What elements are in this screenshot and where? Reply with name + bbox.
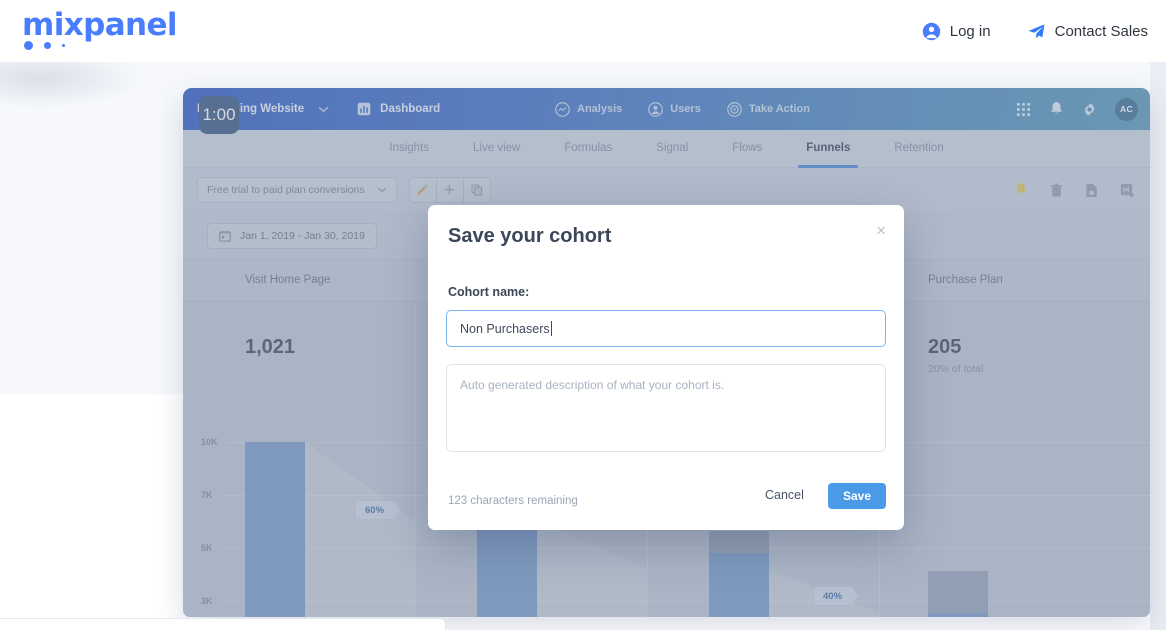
edit-funnel-button[interactable]: [408, 176, 437, 203]
metric-step-1-value: 1,021: [245, 336, 296, 358]
tab-funnels[interactable]: Funnels: [784, 130, 872, 168]
mixpanel-logo[interactable]: mixpanel: [22, 8, 202, 56]
dashboard-nav-item[interactable]: Dashboard: [357, 102, 440, 116]
conversion-badge-1: 60%: [355, 500, 395, 520]
bar-purchase-plan-top-segment: [928, 571, 988, 613]
ytick-10k: 10K: [201, 437, 218, 447]
app-header-menu: Analysis Users Take Action: [555, 88, 810, 130]
user-avatar[interactable]: AC: [1115, 97, 1138, 121]
header-item-analysis-label: Analysis: [577, 103, 623, 115]
cohort-description-placeholder: Auto generated description of what your …: [460, 378, 725, 392]
ytick-3k: 3K: [201, 596, 213, 606]
app-header: E-Learning Website Dashboard Analysis Us…: [183, 88, 1150, 134]
logo-dots: [24, 41, 65, 50]
save-button[interactable]: Save: [828, 483, 886, 509]
app-window-screenshot: E-Learning Website Dashboard Analysis Us…: [183, 88, 1150, 617]
chart-bars-icon: [357, 102, 371, 116]
background-band-right: [1150, 62, 1166, 630]
pencil-icon: [417, 184, 428, 195]
metric-step-1: 1,021: [245, 336, 295, 358]
ytick-7k: 7K: [201, 490, 213, 500]
report-icon[interactable]: [1120, 183, 1134, 198]
tab-live-view[interactable]: Live view: [451, 130, 542, 167]
metric-step-4-value: 205: [928, 336, 962, 358]
app-tab-bar: Insights Live view Formulas Signal Flows…: [183, 130, 1150, 168]
bar-start-free-trial: [709, 531, 769, 617]
cohort-name-label: Cohort name:: [448, 285, 530, 299]
logo-dot-large: [24, 41, 33, 50]
chevron-down-icon: [377, 187, 386, 192]
step-header-purchase-plan: Purchase Plan: [928, 274, 1003, 286]
bottom-left-card: [0, 618, 446, 630]
header-item-users-label: Users: [670, 103, 701, 115]
header-item-take-action[interactable]: Take Action: [726, 101, 810, 117]
text-caret: [550, 321, 552, 336]
funnel-connector-1: [305, 442, 415, 617]
trash-icon[interactable]: [1050, 183, 1063, 198]
logo-dot-small: [62, 44, 65, 47]
header-item-take-action-label: Take Action: [748, 103, 810, 115]
modal-title: Save your cohort: [448, 225, 612, 247]
bar-visit-home-page: [245, 442, 305, 617]
ytick-5k: 5K: [201, 543, 213, 553]
contact-sales-label: Contact Sales: [1054, 22, 1148, 40]
user-circle-icon: [922, 22, 940, 40]
funnel-tool-group: [408, 176, 491, 203]
toolbar-right-icons: [1014, 168, 1134, 212]
metric-step-4-sub: 20% of total: [928, 363, 984, 375]
date-range-picker[interactable]: Jan 1, 2019 - Jan 30, 2019: [207, 222, 377, 249]
bar-sign-up-top-segment: [709, 531, 769, 553]
step-header-visit-home-page: Visit Home Page: [245, 274, 331, 286]
tab-signal[interactable]: Signal: [634, 130, 710, 167]
calendar-icon: [219, 230, 231, 242]
site-navbar: mixpanel Log in Contact Sales: [0, 0, 1166, 62]
character-count: 123 characters remaining: [448, 495, 578, 507]
save-cohort-modal: × Save your cohort Cohort name: Non Purc…: [428, 205, 904, 530]
page-root: mixpanel Log in Contact Sales E-Learning…: [0, 0, 1166, 630]
site-nav-links: Log in Contact Sales: [922, 0, 1148, 62]
contact-sales-link[interactable]: Contact Sales: [1027, 22, 1148, 41]
recording-timer-overlay: 1:00: [199, 96, 239, 134]
add-funnel-button[interactable]: [435, 176, 464, 203]
logo-wordmark: mixpanel: [22, 7, 178, 43]
plus-icon: [445, 184, 455, 195]
target-icon: [726, 101, 742, 117]
analysis-icon: [555, 101, 570, 117]
copy-funnel-button[interactable]: [462, 176, 491, 203]
login-label: Log in: [949, 22, 991, 40]
header-item-users[interactable]: Users: [648, 101, 701, 117]
app-header-right-icons: AC: [1016, 88, 1138, 130]
bell-icon[interactable]: [1049, 101, 1064, 117]
date-range-label: Jan 1, 2019 - Jan 30, 2019: [240, 229, 365, 242]
save-file-icon[interactable]: [1085, 183, 1098, 198]
cohort-description-textarea[interactable]: Auto generated description of what your …: [446, 364, 886, 452]
logo-dot-medium: [44, 42, 51, 49]
metric-step-4: 205 20% of total: [928, 336, 983, 375]
tab-flows[interactable]: Flows: [710, 130, 784, 167]
funnel-select-label: Free trial to paid plan conversions: [207, 183, 365, 196]
bookmark-alert-icon[interactable]: [1014, 182, 1028, 198]
cohort-name-value: Non Purchasers: [460, 321, 550, 336]
cancel-button[interactable]: Cancel: [765, 488, 804, 502]
bar-purchase-plan: [928, 571, 988, 617]
login-link[interactable]: Log in: [922, 22, 991, 41]
cohort-name-input[interactable]: Non Purchasers: [446, 310, 886, 347]
paper-plane-icon: [1028, 23, 1045, 39]
apps-grid-icon[interactable]: [1016, 102, 1031, 117]
user-circle-icon: [648, 101, 664, 117]
header-item-analysis[interactable]: Analysis: [555, 101, 623, 117]
close-icon[interactable]: ×: [876, 222, 886, 239]
tab-formulas[interactable]: Formulas: [542, 130, 634, 167]
dashboard-label: Dashboard: [380, 103, 441, 115]
funnel-select[interactable]: Free trial to paid plan conversions: [197, 176, 397, 203]
copy-icon: [471, 183, 482, 196]
gear-icon[interactable]: [1082, 102, 1097, 117]
conversion-badge-3: 40%: [813, 586, 853, 606]
tab-insights[interactable]: Insights: [367, 130, 451, 167]
chevron-down-icon[interactable]: [318, 106, 329, 113]
tab-retention[interactable]: Retention: [872, 130, 965, 167]
